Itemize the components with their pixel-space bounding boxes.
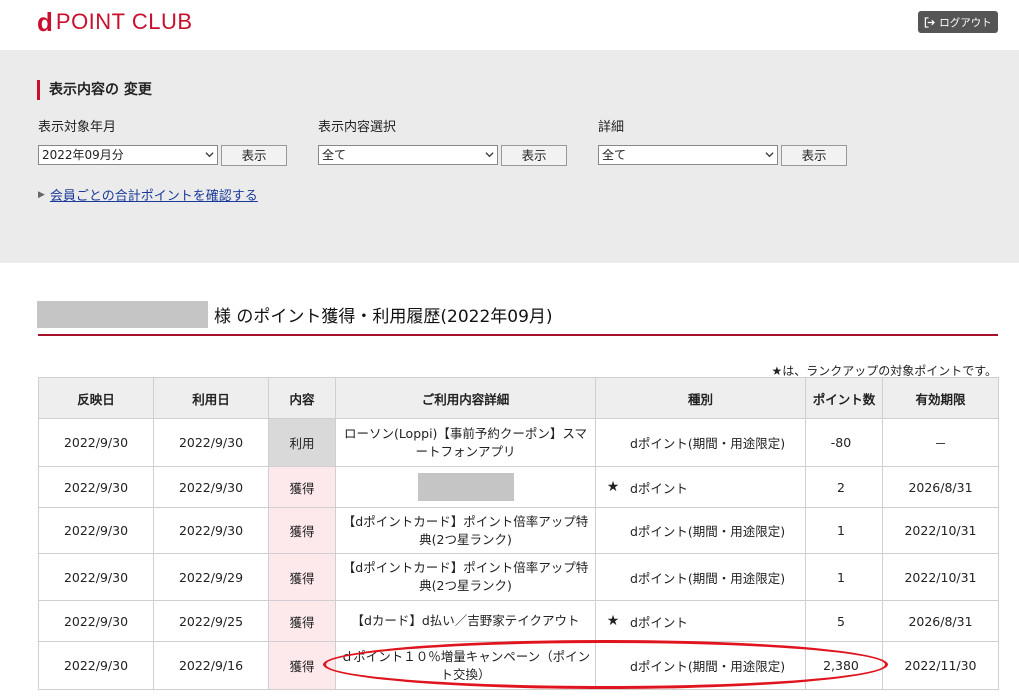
posted-date: 2022/9/30: [38, 466, 154, 508]
points-value: 1: [805, 553, 883, 601]
expiry-date: 2022/10/31: [882, 507, 999, 554]
content-select-label: 表示内容選択: [318, 120, 397, 135]
detail-text: 【dポイントカード】ポイント倍率アップ特典(2つ星ランク): [335, 553, 596, 601]
points-value: 2: [805, 466, 883, 508]
expiry-date: 2022/10/31: [882, 553, 999, 601]
content-show-button[interactable]: 表示: [501, 145, 567, 166]
table-header-row: 反映日 利用日 内容 ご利用内容詳細 種別 ポイント数 有効期限: [38, 377, 999, 419]
table-row: 2022/9/30 2022/9/29 獲得 【dポイントカード】ポイント倍率ア…: [38, 553, 999, 601]
table-row: 2022/9/30 2022/9/25 獲得 【dカード】d払い／吉野家テイクア…: [38, 600, 999, 642]
detail-text: 【dカード】d払い／吉野家テイクアウト: [335, 600, 596, 642]
used-date: 2022/9/30: [153, 507, 269, 554]
table-row: 2022/9/30 2022/9/30 獲得 【dポイントカード】ポイント倍率ア…: [38, 507, 999, 554]
kind-badge: 獲得: [268, 600, 336, 642]
type-cell: ★ dポイント: [595, 466, 806, 508]
chevron-down-icon: [205, 152, 214, 158]
posted-date: 2022/9/30: [38, 507, 154, 554]
logo-text: POINT CLUB: [55, 9, 193, 34]
col-type: 種別: [595, 377, 806, 419]
member-total-link-row: ▶ 会員ごとの合計ポイントを確認する: [38, 185, 258, 204]
used-date: 2022/9/30: [153, 418, 269, 467]
table-row: 2022/9/30 2022/9/30 利用 ローソン(Loppi)【事前予約ク…: [38, 418, 999, 467]
kind-badge: 獲得: [268, 641, 336, 690]
year-month-label: 表示対象年月: [38, 120, 117, 135]
points-value: -80: [805, 418, 883, 467]
type-cell: dポイント(期間・用途限定): [595, 641, 806, 690]
member-name-redacted: [37, 300, 208, 328]
kind-badge: 獲得: [268, 507, 336, 554]
col-expiry: 有効期限: [882, 377, 999, 419]
type-cell: dポイント(期間・用途限定): [595, 418, 806, 467]
table-row: 2022/9/30 2022/9/30 獲得 ★ dポイント 2 2026/8/3…: [38, 466, 999, 508]
posted-date: 2022/9/30: [38, 641, 154, 690]
used-date: 2022/9/30: [153, 466, 269, 508]
posted-date: 2022/9/30: [38, 600, 154, 642]
col-kind: 内容: [268, 377, 336, 419]
year-month-show-button[interactable]: 表示: [221, 145, 287, 166]
col-points: ポイント数: [805, 377, 883, 419]
dpoint-club-logo[interactable]: d POINT CLUB: [37, 8, 193, 36]
kind-badge: 利用: [268, 418, 336, 467]
logout-label: ログアウト: [939, 16, 992, 29]
member-total-link[interactable]: 会員ごとの合計ポイントを確認する: [50, 185, 258, 204]
detail-redacted: [417, 473, 514, 501]
content-select[interactable]: 全て: [318, 145, 498, 165]
posted-date: 2022/9/30: [38, 418, 154, 467]
used-date: 2022/9/16: [153, 641, 269, 690]
history-table: 反映日 利用日 内容 ご利用内容詳細 種別 ポイント数 有効期限 2022/9/…: [38, 377, 999, 690]
points-value: 1: [805, 507, 883, 554]
detail-text: ローソン(Loppi)【事前予約クーポン】スマートフォンアプリ: [335, 418, 596, 467]
detail-text: 【dポイントカード】ポイント倍率アップ特典(2つ星ランク): [335, 507, 596, 554]
site-header: d POINT CLUB ログアウト: [0, 0, 1019, 50]
detail-select-value: 全て: [602, 148, 627, 162]
table-row: 2022/9/30 2022/9/16 獲得 ｄポイント１０％増量キャンペーン（…: [38, 641, 999, 690]
used-date: 2022/9/29: [153, 553, 269, 601]
history-title-row: 様 のポイント獲得・利用履歴(2022年09月): [37, 300, 553, 328]
logout-icon: [925, 16, 936, 28]
filter-title: 表示内容の 変更: [37, 80, 152, 100]
type-text: dポイント(期間・用途限定): [630, 436, 786, 451]
expiry-date: 2022/11/30: [882, 641, 999, 690]
detail-select[interactable]: 全て: [598, 145, 778, 165]
type-text: dポイント(期間・用途限定): [630, 570, 786, 586]
type-text: dポイント: [630, 614, 688, 630]
kind-badge: 獲得: [268, 553, 336, 601]
star-icon: ★: [606, 479, 620, 495]
history-title: 様 のポイント獲得・利用履歴(2022年09月): [214, 306, 553, 327]
year-month-value: 2022年09月分: [42, 148, 124, 162]
type-text: dポイント: [630, 480, 688, 496]
type-text: dポイント(期間・用途限定): [630, 659, 786, 674]
star-icon: ★: [606, 613, 620, 629]
detail-text: ｄポイント１０％増量キャンペーン（ポイント交換）: [335, 641, 596, 690]
used-date: 2022/9/25: [153, 600, 269, 642]
triangle-right-icon: ▶: [38, 189, 45, 200]
col-used-date: 利用日: [153, 377, 269, 419]
detail-show-button[interactable]: 表示: [781, 145, 847, 166]
content-select-value: 全て: [322, 148, 347, 162]
chevron-down-icon: [765, 152, 774, 158]
expiry-date: 2026/8/31: [882, 600, 999, 642]
detail-cell: [335, 466, 596, 508]
posted-date: 2022/9/30: [38, 553, 154, 601]
col-detail: ご利用内容詳細: [335, 377, 596, 419]
col-posted-date: 反映日: [38, 377, 154, 419]
points-value: 2,380: [805, 641, 883, 690]
logout-button[interactable]: ログアウト: [918, 11, 998, 33]
logo-d: d: [37, 7, 53, 37]
year-month-select[interactable]: 2022年09月分: [38, 145, 218, 165]
filter-panel: 表示内容の 変更 表示対象年月 2022年09月分 表示 表示内容選択 全て 表…: [0, 50, 1019, 263]
kind-badge: 獲得: [268, 466, 336, 508]
type-text: dポイント(期間・用途限定): [630, 524, 786, 539]
expiry-date: －: [882, 418, 999, 467]
chevron-down-icon: [485, 152, 494, 158]
type-cell: dポイント(期間・用途限定): [595, 507, 806, 554]
detail-select-label: 詳細: [598, 120, 625, 135]
points-value: 5: [805, 600, 883, 642]
type-cell: ★ dポイント: [595, 600, 806, 642]
expiry-date: 2026/8/31: [882, 466, 999, 508]
title-divider: [38, 334, 998, 336]
type-cell: dポイント(期間・用途限定): [595, 553, 806, 601]
